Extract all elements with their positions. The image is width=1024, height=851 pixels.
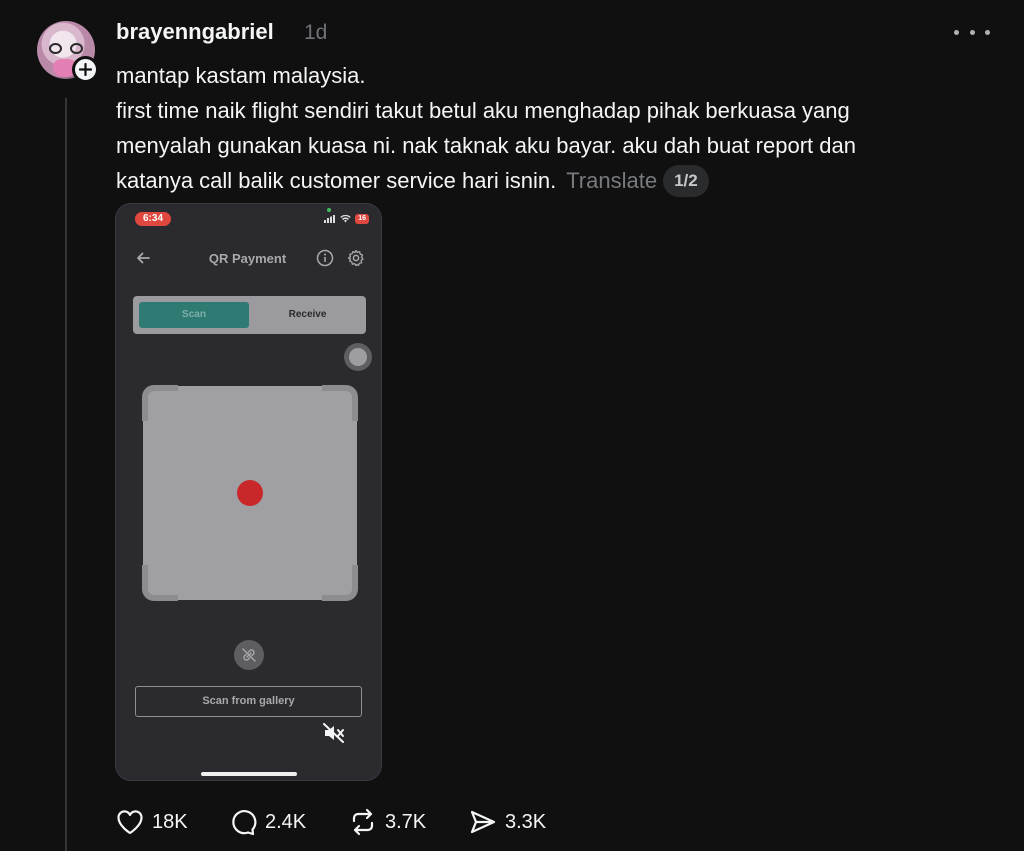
share-button[interactable]: 3.3K [469, 806, 546, 838]
comment-icon [232, 810, 257, 836]
avatar-glasses [49, 43, 83, 55]
scan-receive-toggle: Scan Receive [133, 296, 366, 334]
post-line: katanya call balik customer service hari… [116, 168, 557, 193]
flashlight-button[interactable] [344, 343, 372, 371]
repost-button[interactable]: 3.7K [349, 806, 426, 838]
post-text: mantap kastam malaysia. first time naik … [116, 58, 976, 198]
record-dot-icon [237, 480, 263, 506]
tab-scan[interactable]: Scan [139, 302, 249, 328]
info-icon[interactable] [316, 249, 334, 267]
mute-icon[interactable] [318, 717, 350, 749]
qr-scan-frame [142, 385, 358, 601]
signal-icon [324, 215, 336, 223]
comment-button[interactable]: 2.4K [229, 806, 306, 838]
scan-from-gallery-button[interactable]: Scan from gallery [135, 686, 362, 717]
like-count: 18K [152, 810, 188, 833]
translate-link[interactable]: Translate [566, 168, 657, 193]
post-line: first time naik flight sendiri takut bet… [116, 98, 850, 123]
media-counter-badge: 1/2 [663, 165, 709, 197]
repost-count: 3.7K [385, 810, 427, 833]
thread-line [65, 98, 67, 851]
more-options-icon[interactable] [954, 20, 990, 44]
wifi-icon [340, 215, 351, 223]
privacy-indicator [327, 208, 331, 212]
send-icon [470, 810, 496, 834]
heart-icon [117, 810, 143, 835]
status-icons: 16 [324, 214, 369, 224]
repost-icon [352, 808, 374, 836]
media-video[interactable]: 6:34 16 QR Payment Scan Receive Scan fro… [115, 203, 382, 781]
post-line: menyalah gunakan kuasa ni. nak taknak ak… [116, 133, 856, 158]
post-time: 1d [304, 21, 328, 44]
like-button[interactable]: 18K [116, 806, 188, 838]
username[interactable]: brayenngabriel [116, 19, 274, 45]
app-title: QR Payment [208, 251, 287, 266]
battery-level: 16 [355, 214, 369, 224]
post-line: mantap kastam malaysia. [116, 63, 366, 88]
status-time: 6:34 [135, 212, 171, 226]
link-off-icon[interactable] [234, 640, 264, 670]
home-indicator [201, 772, 297, 776]
follow-plus-icon[interactable] [72, 56, 99, 83]
comment-count: 2.4K [265, 810, 307, 833]
gear-icon[interactable] [347, 249, 365, 267]
share-count: 3.3K [505, 810, 547, 833]
tab-receive[interactable]: Receive [255, 302, 360, 328]
